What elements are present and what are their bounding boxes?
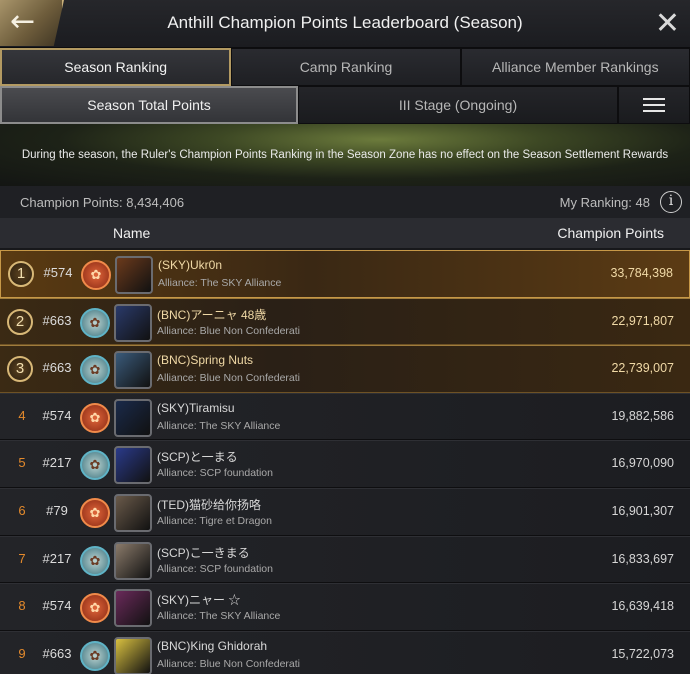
table-row[interactable]: 3 #663 ✿ (BNC)Spring Nuts Alliance: Blue Non…: [0, 345, 690, 393]
champion-points-value: 22,971,807: [611, 313, 674, 328]
server-number: #663: [42, 645, 72, 661]
camp-badge-icon: ✿: [80, 450, 110, 481]
rank-medal-icon: 2: [7, 308, 33, 335]
player-name: (TED)猫砂给你扬咯: [157, 497, 261, 512]
rank-medal-icon: 3: [7, 356, 33, 383]
my-ranking: My Ranking: 48: [559, 195, 650, 210]
champion-points-value: 16,970,090: [611, 456, 674, 471]
avatar[interactable]: [114, 351, 152, 390]
champion-points-value: 15,722,073: [611, 646, 674, 661]
camp-badge-icon: ✿: [80, 640, 110, 671]
menu-icon[interactable]: [618, 86, 690, 124]
table-row[interactable]: 7 #217 ✿ (SCP)こ一きまる Alliance: SCP foundation…: [0, 535, 690, 584]
player-name: (SKY)Ukr0n: [158, 258, 223, 272]
server-number: #574: [42, 407, 72, 423]
camp-badge-icon: ✿: [80, 545, 110, 576]
player-name: (SKY)Tiramisu: [157, 400, 235, 415]
table-row[interactable]: 6 #79 ✿ (TED)猫砂给你扬咯 Alliance: Tigre et Drago…: [0, 487, 690, 536]
avatar[interactable]: [115, 256, 153, 294]
server-number: #663: [42, 360, 72, 376]
table-row[interactable]: 2 #663 ✿ (BNC)アーニャ 48歳 Alliance: Blue Non Co…: [0, 297, 690, 346]
champion-points-value: 16,639,418: [611, 599, 674, 614]
player-name: (BNC)Spring Nuts: [157, 353, 254, 368]
champion-points-value: 16,833,697: [611, 551, 674, 566]
rank-number: 7: [18, 550, 26, 566]
tab-season-ranking[interactable]: Season Ranking: [0, 48, 232, 86]
column-champion-points: Champion Points: [557, 225, 664, 241]
rank-number: 8: [18, 598, 26, 614]
rank-number: 4: [18, 407, 26, 423]
camp-badge-icon: ✿: [80, 355, 110, 386]
camp-badge-icon: ✿: [80, 593, 110, 624]
server-number: #79: [46, 502, 68, 518]
champion-points-total: Champion Points: 8,434,406: [20, 195, 185, 210]
alliance-name: Alliance: SCP foundation: [157, 467, 273, 480]
champion-points-value: 19,882,586: [611, 408, 674, 423]
server-number: #217: [42, 455, 72, 471]
alliance-name: Alliance: The SKY Alliance: [157, 419, 281, 432]
server-number: #663: [42, 312, 72, 328]
avatar[interactable]: [114, 541, 152, 580]
avatar[interactable]: [114, 398, 152, 437]
player-name: (BNC)アーニャ 48歳: [157, 307, 267, 322]
leaderboard-list: 1 #574 ✿ (SKY)Ukr0n Alliance: The SKY Allian…: [0, 250, 690, 674]
player-name: (BNC)King Ghidorah: [157, 638, 268, 653]
champion-points-value: 22,739,007: [611, 361, 674, 376]
alliance-name: Alliance: Blue Non Confederati: [157, 657, 301, 670]
tab-camp-ranking[interactable]: Camp Ranking: [231, 48, 461, 86]
tab-season-total-points[interactable]: Season Total Points: [0, 86, 298, 124]
tab-stage-ongoing[interactable]: III Stage (Ongoing): [298, 86, 618, 124]
table-row[interactable]: 9 #663 ✿ (BNC)King Ghidorah Alliance: Blue N…: [0, 630, 690, 674]
table-row[interactable]: 5 #217 ✿ (SCP)と一まる Alliance: SCP foundation 1…: [0, 440, 690, 488]
header-bar: ← Anthill Champion Points Leaderboard (S…: [0, 0, 690, 48]
table-row[interactable]: 8 #574 ✿ (SKY)ニャー ☆ Alliance: The SKY Allian…: [0, 583, 690, 631]
page-title: Anthill Champion Points Leaderboard (Sea…: [167, 13, 523, 32]
alliance-name: Alliance: Blue Non Confederati: [157, 324, 301, 337]
sub-tabs: Season Total Points III Stage (Ongoing): [0, 86, 690, 124]
server-number: #574: [42, 598, 72, 614]
rank-medal-icon: 1: [8, 261, 34, 287]
camp-badge-icon: ✿: [80, 307, 110, 338]
player-name: (SKY)ニャー ☆: [157, 593, 241, 608]
column-name: Name: [113, 225, 151, 241]
rank-number: 9: [18, 645, 26, 661]
rank-number: 5: [18, 455, 26, 471]
close-icon[interactable]: ✕: [655, 6, 680, 41]
info-icon[interactable]: i: [660, 191, 682, 213]
champion-points-value: 16,901,307: [611, 503, 674, 518]
alliance-name: Alliance: SCP foundation: [157, 562, 273, 575]
avatar[interactable]: [114, 493, 152, 532]
alliance-name: Alliance: The SKY Alliance: [158, 277, 282, 289]
banner-text: During the season, the Ruler's Champion …: [21, 149, 669, 161]
champion-points-value: 33,784,398: [610, 266, 673, 280]
rank-number: 6: [18, 502, 26, 518]
avatar[interactable]: [114, 303, 152, 342]
info-banner: During the season, the Ruler's Champion …: [0, 124, 690, 186]
main-tabs: Season Ranking Camp Ranking Alliance Mem…: [0, 48, 690, 86]
camp-badge-icon: ✿: [80, 402, 110, 433]
avatar[interactable]: [114, 636, 152, 674]
table-row[interactable]: 1 #574 ✿ (SKY)Ukr0n Alliance: The SKY Allian…: [0, 250, 690, 298]
avatar[interactable]: [114, 589, 152, 628]
alliance-name: Alliance: The SKY Alliance: [157, 610, 281, 623]
avatar[interactable]: [114, 446, 152, 485]
camp-badge-icon: ✿: [81, 260, 111, 290]
table-header: Name Champion Points: [0, 218, 690, 248]
player-name: (SCP)と一まる: [157, 450, 238, 465]
tab-alliance-member-rankings[interactable]: Alliance Member Rankings: [460, 48, 690, 86]
camp-badge-icon: ✿: [80, 497, 110, 528]
stats-bar: Champion Points: 8,434,406 My Ranking: 4…: [0, 186, 690, 218]
alliance-name: Alliance: Blue Non Confederati: [157, 372, 301, 385]
player-name: (SCP)こ一きまる: [157, 545, 250, 560]
server-number: #574: [43, 265, 73, 280]
alliance-name: Alliance: Tigre et Dragon: [157, 514, 272, 527]
server-number: #217: [42, 550, 72, 566]
table-row[interactable]: 4 #574 ✿ (SKY)Tiramisu Alliance: The SKY All…: [0, 392, 690, 441]
